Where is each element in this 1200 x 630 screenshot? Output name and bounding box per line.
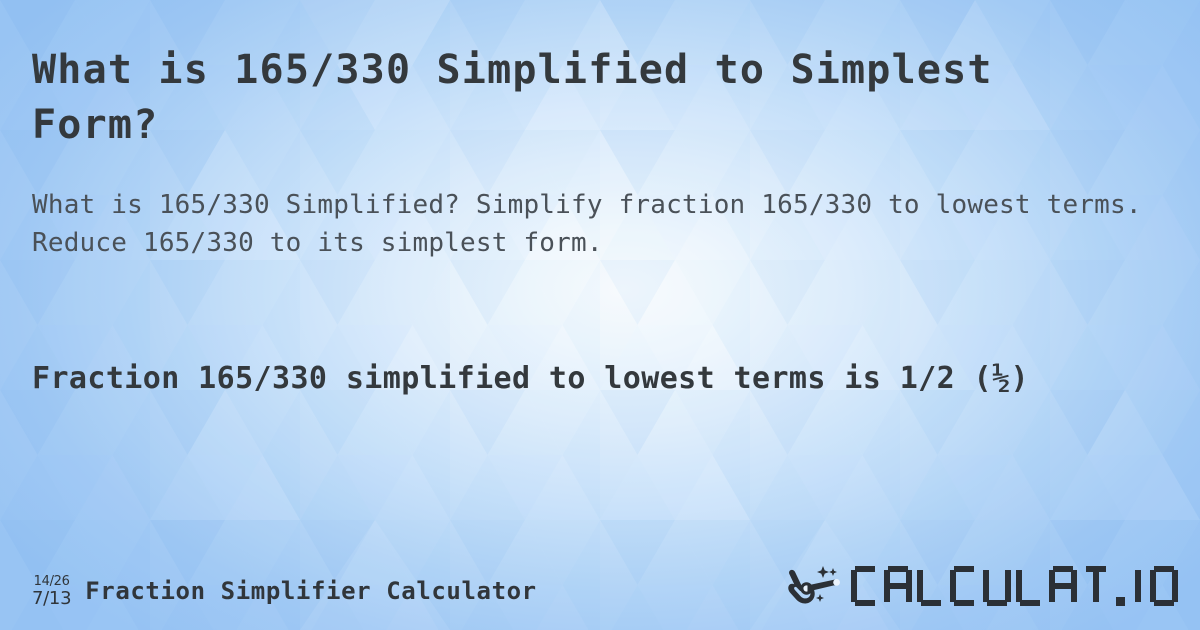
logo-letter-a1 bbox=[884, 566, 912, 606]
og-image-canvas: What is 165/330 Simplified to Simplest F… bbox=[0, 0, 1200, 630]
logo-letter-c bbox=[851, 566, 879, 606]
logo-letter-u1 bbox=[983, 566, 1011, 606]
calculator-name: Fraction Simplifier Calculator bbox=[85, 576, 537, 605]
calculator-brand: 14/26 7/13 Fraction Simplifier Calculato… bbox=[32, 573, 537, 608]
page-description: What is 165/330 Simplified? Simplify fra… bbox=[32, 190, 1142, 258]
site-logo bbox=[783, 564, 1178, 608]
page-title: What is 165/330 Simplified to Simplest F… bbox=[32, 47, 993, 148]
footer: 14/26 7/13 Fraction Simplifier Calculato… bbox=[0, 538, 1200, 630]
logo-letter-t bbox=[1082, 566, 1110, 606]
main-content: What is 165/330 Simplified to Simplest F… bbox=[0, 0, 1200, 630]
logo-letter-c2 bbox=[950, 566, 978, 606]
logo-letter-l2 bbox=[1016, 566, 1044, 606]
logo-dot bbox=[1116, 597, 1125, 606]
fraction-badge-icon: 14/26 7/13 bbox=[32, 573, 72, 609]
logo-letter-l1 bbox=[917, 566, 945, 606]
result-text: Fraction 165/330 simplified to lowest te… bbox=[32, 361, 1029, 396]
fraction-badge-top: 14/26 bbox=[33, 574, 70, 589]
result-statement: Fraction 165/330 simplified to lowest te… bbox=[32, 355, 1162, 402]
hand-holding-magic-wand-icon bbox=[788, 566, 840, 604]
logo-letter-o bbox=[1150, 566, 1178, 606]
logo-letter-i bbox=[1131, 566, 1145, 606]
logo-letter-a2 bbox=[1049, 566, 1077, 606]
logo-wordmark bbox=[851, 566, 1178, 606]
fraction-badge-bottom: 7/13 bbox=[32, 588, 72, 609]
